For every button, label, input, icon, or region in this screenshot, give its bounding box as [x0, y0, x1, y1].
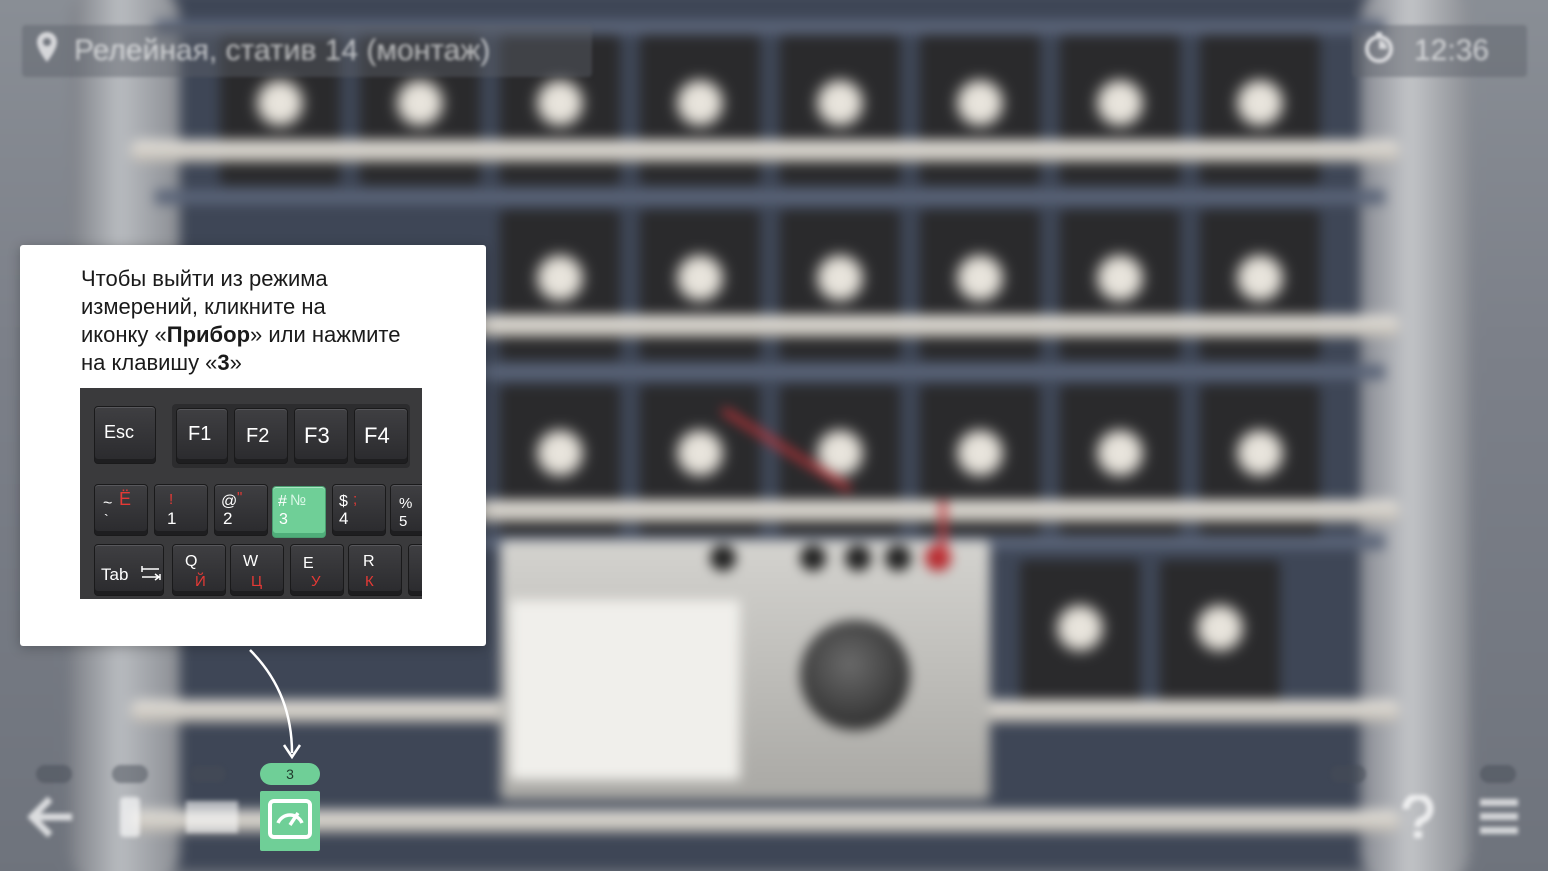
phone-icon[interactable]: [118, 795, 142, 846]
arrow-left-icon[interactable]: [27, 795, 76, 846]
tutorial-line: на клавишу «: [81, 350, 218, 375]
relay-unit: [1200, 35, 1320, 185]
key-tab: Tab: [94, 544, 164, 596]
relay-unit: [1060, 210, 1180, 360]
relay-unit: [1020, 560, 1140, 710]
key-w: W Ц: [230, 544, 284, 596]
key-f3: F3: [294, 408, 348, 464]
hotkey-badge: [190, 765, 226, 783]
hotkey-badge: [1480, 765, 1516, 783]
hotkey-term: 3: [217, 350, 230, 375]
relay-unit: [500, 210, 620, 360]
tutorial-text: Чтобы выйти из режима измерений, кликнит…: [81, 265, 461, 377]
gauge-meter-icon: [267, 798, 313, 845]
question-icon[interactable]: [1398, 793, 1438, 846]
schematic-icon[interactable]: [184, 795, 240, 846]
keyboard-illustration: Esc F1 F2 F3 F4 ~ ` Ё ! 1 @ " 2 # № 3 $ …: [80, 388, 422, 599]
key-esc: Esc: [94, 406, 156, 464]
stopwatch-icon: [1362, 30, 1396, 72]
tutorial-line: » или нажмите: [250, 322, 401, 347]
cable-pillar-right: [1360, 0, 1470, 871]
key-f1: F1: [176, 408, 228, 464]
key-1: ! 1: [154, 484, 208, 536]
location-panel: Релейная, статив 14 (монтаж): [22, 25, 592, 77]
key-f4: F4: [354, 408, 408, 464]
instrument-button[interactable]: [260, 791, 320, 851]
relay-unit: [920, 210, 1040, 360]
key-f2: F2: [234, 408, 288, 464]
location-label: Релейная, статив 14 (монтаж): [74, 34, 491, 67]
tutorial-line: иконку «: [81, 322, 167, 347]
relay-unit: [780, 210, 900, 360]
key-tilde: ~ ` Ё: [94, 484, 148, 536]
cable-bundle: [130, 140, 1400, 162]
relay-unit: [1200, 210, 1320, 360]
tab-arrow-icon: [141, 565, 161, 586]
tutorial-line: измерений, кликните на: [81, 294, 326, 319]
relay-unit: [640, 210, 760, 360]
hamburger-menu-icon[interactable]: [1478, 795, 1520, 846]
relay-unit: [1060, 35, 1180, 185]
map-pin-icon: [34, 30, 60, 72]
relay-unit: [920, 35, 1040, 185]
key-4: $ ; 4: [332, 484, 386, 536]
timer-value: 12:36: [1414, 34, 1490, 67]
timer-panel: 12:36: [1352, 25, 1527, 77]
tutorial-line: »: [229, 350, 242, 375]
rack-shelf: [155, 190, 1385, 204]
key-t-partial: [408, 544, 422, 596]
tutorial-line: Чтобы выйти из режима: [81, 266, 328, 291]
tutorial-popup: Чтобы выйти из режима измерений, кликнит…: [20, 245, 486, 646]
instrument-term: Прибор: [166, 322, 251, 347]
instrument-hotkey-badge: 3: [260, 763, 320, 785]
key-5: % 5: [390, 484, 422, 536]
meter-dial: [510, 600, 740, 780]
hotkey-badge: [112, 765, 148, 783]
hotkey-badge: [36, 765, 72, 783]
key-2: @ " 2: [214, 484, 268, 536]
key-r: R К: [348, 544, 402, 596]
pointer-arrow: [249, 649, 302, 760]
relay-unit: [780, 35, 900, 185]
key-q: Q Й: [172, 544, 226, 596]
key-3-highlighted: # № 3: [272, 486, 326, 538]
hotkey-badge: [1330, 765, 1366, 783]
red-probe-lead: [940, 500, 946, 560]
relay-unit: [1160, 560, 1280, 710]
meter-knob: [800, 620, 910, 730]
relay-unit: [640, 35, 760, 185]
key-e: E У: [290, 544, 344, 596]
